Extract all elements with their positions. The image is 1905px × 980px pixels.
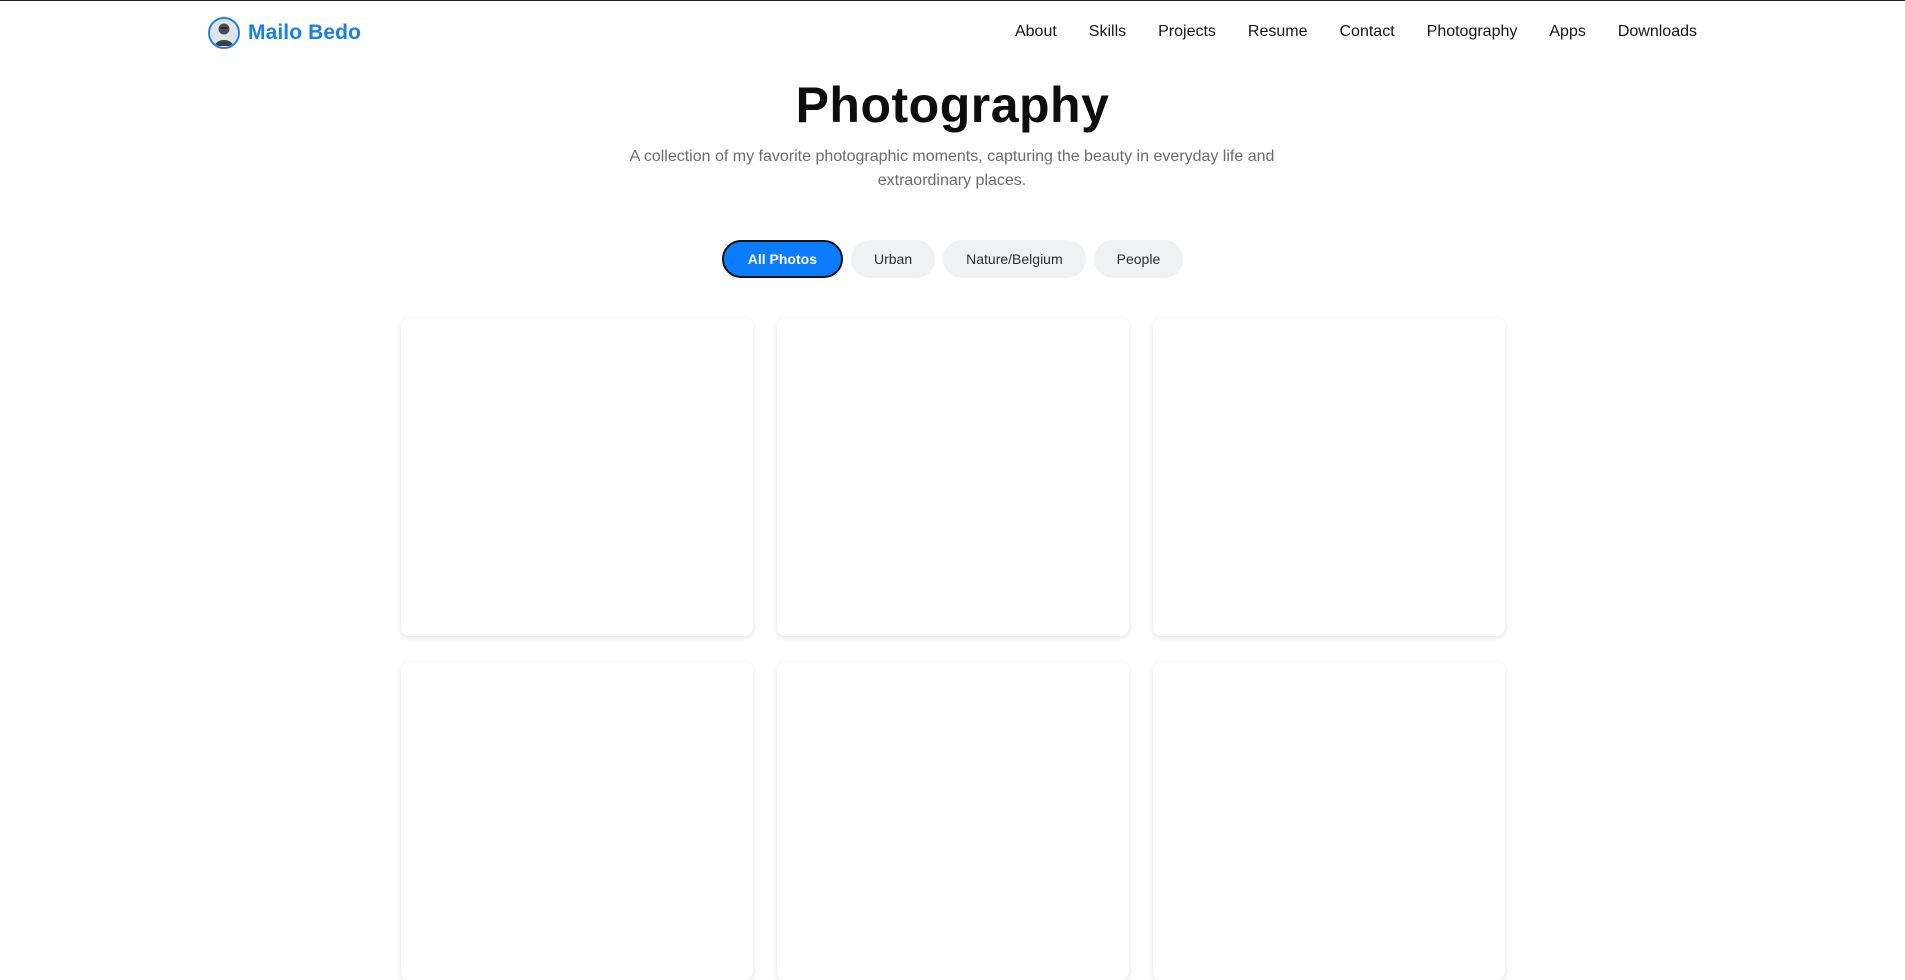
- filter-nature-belgium-button[interactable]: Nature/Belgium: [943, 240, 1086, 278]
- filter-all-photos-button[interactable]: All Photos: [721, 240, 843, 278]
- photo-card[interactable]: [401, 318, 753, 636]
- brand-link[interactable]: Mailo Bedo: [208, 17, 361, 49]
- page-subtitle: A collection of my favorite photographic…: [629, 148, 1275, 189]
- person-icon: [210, 19, 238, 47]
- navbar: Mailo Bedo About Skills Projects Resume …: [0, 1, 1905, 65]
- photo-gallery: [401, 318, 1505, 980]
- filter-people-button[interactable]: People: [1093, 240, 1184, 278]
- photo-card[interactable]: [777, 662, 1129, 980]
- nav-item-downloads[interactable]: Downloads: [1618, 23, 1697, 41]
- photo-card[interactable]: [401, 662, 753, 980]
- nav-item-contact[interactable]: Contact: [1340, 23, 1395, 41]
- filter-urban-button[interactable]: Urban: [851, 240, 936, 278]
- page-title: Photography: [795, 77, 1110, 133]
- nav-links: About Skills Projects Resume Contact Pho…: [1015, 23, 1697, 41]
- photo-card[interactable]: [1153, 662, 1505, 980]
- photo-card[interactable]: [777, 318, 1129, 636]
- avatar: [208, 17, 240, 49]
- nav-item-projects[interactable]: Projects: [1158, 23, 1216, 41]
- nav-item-resume[interactable]: Resume: [1248, 23, 1308, 41]
- brand-name: Mailo Bedo: [248, 21, 362, 44]
- nav-item-apps[interactable]: Apps: [1549, 23, 1585, 41]
- nav-item-skills[interactable]: Skills: [1089, 23, 1126, 41]
- nav-item-about[interactable]: About: [1015, 23, 1057, 41]
- photo-card[interactable]: [1153, 318, 1505, 636]
- filter-bar: All Photos Urban Nature/Belgium People: [0, 240, 1905, 278]
- nav-item-photography[interactable]: Photography: [1427, 23, 1518, 41]
